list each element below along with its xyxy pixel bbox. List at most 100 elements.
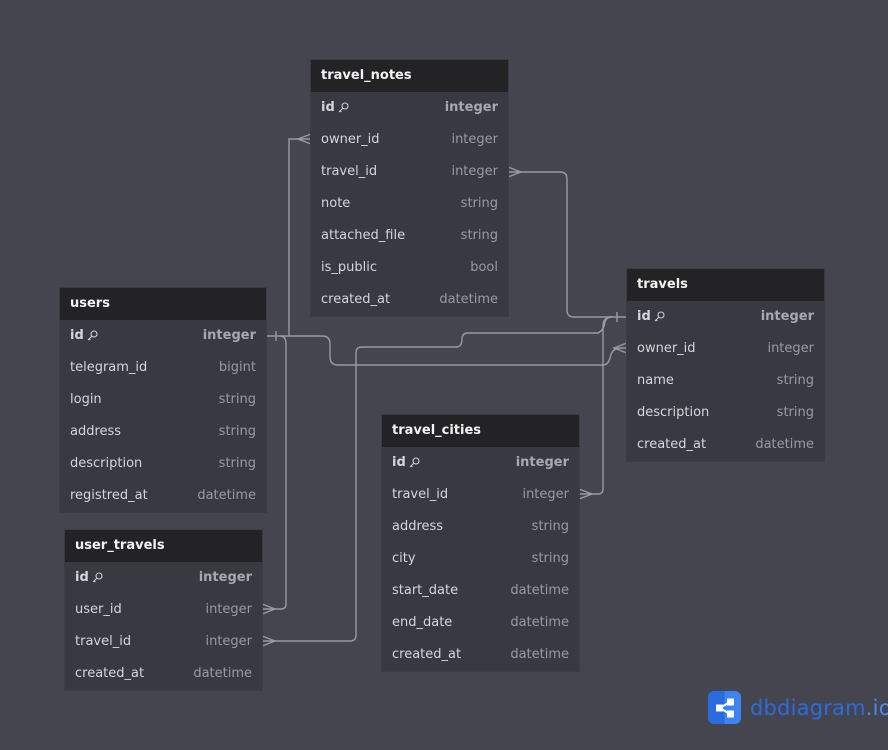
field-row[interactable]: address string <box>60 416 266 448</box>
field-row[interactable]: travel_id integer <box>382 479 579 511</box>
field-name-cell: city <box>392 543 416 575</box>
field-row[interactable]: id integer <box>382 447 579 479</box>
field-type: integer <box>451 164 498 179</box>
field-row[interactable]: created_at datetime <box>627 429 824 461</box>
table-users[interactable]: users id integer telegram_id bigint login stri… <box>60 288 266 512</box>
field-row[interactable]: name string <box>627 365 824 397</box>
field-type: integer <box>451 132 498 147</box>
field-name-cell: created_at <box>637 429 706 461</box>
table-travel-notes[interactable]: travel_notes id integer owner_id integer trav… <box>311 60 508 316</box>
field-name: description <box>637 405 710 420</box>
field-name: owner_id <box>321 132 380 147</box>
field-row[interactable]: end_date datetime <box>382 607 579 639</box>
field-type: integer <box>444 100 498 115</box>
field-row[interactable]: telegram_id bigint <box>60 352 266 384</box>
primary-key-icon <box>92 572 103 583</box>
field-name: travel_id <box>321 164 378 179</box>
field-row[interactable]: id integer <box>627 301 824 333</box>
field-name-cell: end_date <box>392 607 452 639</box>
primary-key-icon <box>409 457 420 468</box>
field-row[interactable]: id integer <box>65 562 262 594</box>
field-row[interactable]: owner_id integer <box>311 124 508 156</box>
field-name-cell: address <box>70 416 121 448</box>
field-row[interactable]: attached_file string <box>311 220 508 252</box>
field-name: login <box>70 392 102 407</box>
field-row[interactable]: description string <box>627 397 824 429</box>
field-name-cell: registred_at <box>70 480 148 512</box>
field-name-cell: start_date <box>392 575 458 607</box>
field-type: datetime <box>197 488 256 503</box>
field-name-cell: telegram_id <box>70 352 147 384</box>
primary-key-icon <box>87 330 98 341</box>
table-header[interactable]: travels <box>627 269 824 301</box>
field-name-cell: note <box>321 188 350 220</box>
field-row[interactable]: travel_id integer <box>65 626 262 658</box>
table-header[interactable]: users <box>60 288 266 320</box>
field-name: registred_at <box>70 488 148 503</box>
brand-name: dbdiagram.io <box>750 696 888 720</box>
field-row[interactable]: is_public bool <box>311 252 508 284</box>
field-row[interactable]: owner_id integer <box>627 333 824 365</box>
field-row[interactable]: note string <box>311 188 508 220</box>
field-type: string <box>460 228 498 243</box>
field-type: integer <box>205 602 252 617</box>
field-type: integer <box>767 341 814 356</box>
field-name-cell: login <box>70 384 102 416</box>
field-name-cell: id <box>637 301 665 333</box>
field-name: note <box>321 196 351 211</box>
brand-tld: .io <box>865 695 888 720</box>
field-row[interactable]: created_at datetime <box>311 284 508 316</box>
field-row[interactable]: created_at datetime <box>382 639 579 671</box>
table-travel-cities[interactable]: travel_cities id integer travel_id integer ad… <box>382 415 579 671</box>
field-name-cell: owner_id <box>637 333 696 365</box>
table-header[interactable]: travel_notes <box>311 60 508 92</box>
field-name: telegram_id <box>70 360 148 375</box>
field-type: datetime <box>439 292 498 307</box>
field-row[interactable]: description string <box>60 448 266 480</box>
field-name-cell: id <box>321 92 349 124</box>
field-name: city <box>392 551 416 566</box>
field-type: integer <box>760 309 814 324</box>
field-type: integer <box>202 328 256 343</box>
field-row[interactable]: registred_at datetime <box>60 480 266 512</box>
field-row[interactable]: start_date datetime <box>382 575 579 607</box>
field-name: travel_id <box>75 634 132 649</box>
connector-users-to-travels-owner[interactable] <box>280 335 627 366</box>
field-name-cell: name <box>637 365 674 397</box>
field-row[interactable]: id integer <box>311 92 508 124</box>
table-user-travels[interactable]: user_travels id integer user_id integer trave… <box>65 530 262 690</box>
field-name-cell: attached_file <box>321 220 405 252</box>
field-name: attached_file <box>321 228 406 243</box>
dbdiagram-logo[interactable]: dbdiagram.io <box>708 691 888 724</box>
table-header[interactable]: user_travels <box>65 530 262 562</box>
table-header[interactable]: travel_cities <box>382 415 579 447</box>
field-row[interactable]: user_id integer <box>65 594 262 626</box>
field-row[interactable]: address string <box>382 511 579 543</box>
field-name-cell: address <box>392 511 443 543</box>
field-name: id <box>392 455 406 470</box>
field-row[interactable]: created_at datetime <box>65 658 262 690</box>
field-name: end_date <box>392 615 453 630</box>
connector-travel-notes-travel-to-travels[interactable] <box>508 171 627 318</box>
field-row[interactable]: travel_id integer <box>311 156 508 188</box>
connector-travel-notes-owner-to-users[interactable] <box>266 138 311 337</box>
field-name-cell: owner_id <box>321 124 380 156</box>
primary-key-icon <box>338 102 349 113</box>
field-type: bool <box>470 260 498 275</box>
field-name-cell: id <box>392 447 420 479</box>
field-row[interactable]: id integer <box>60 320 266 352</box>
field-type: datetime <box>755 437 814 452</box>
field-type: bigint <box>218 360 256 375</box>
field-type: string <box>218 424 256 439</box>
field-name-cell: travel_id <box>321 156 377 188</box>
field-type: string <box>776 373 814 388</box>
field-name: user_id <box>75 602 122 617</box>
field-name: owner_id <box>637 341 696 356</box>
brand-text: dbdiagram <box>750 695 866 720</box>
field-name-cell: id <box>70 320 98 352</box>
table-travels[interactable]: travels id integer owner_id integer name strin… <box>627 269 824 461</box>
field-name: travel_id <box>392 487 449 502</box>
field-row[interactable]: city string <box>382 543 579 575</box>
connector-travel-cities-travel-to-travels[interactable] <box>579 316 613 495</box>
field-row[interactable]: login string <box>60 384 266 416</box>
